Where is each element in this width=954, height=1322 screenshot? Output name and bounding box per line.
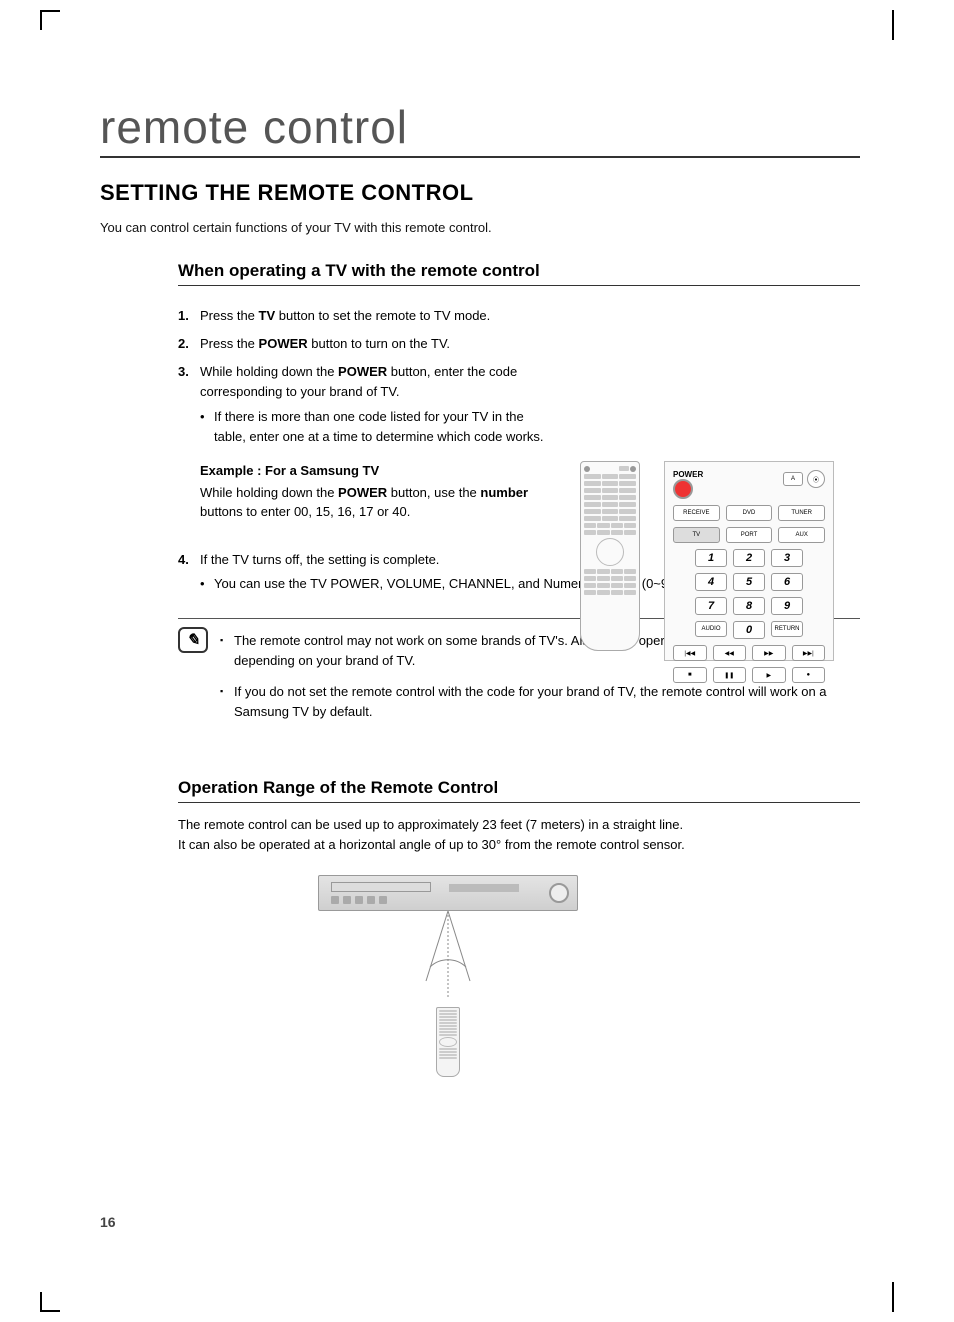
step-number: 1. (178, 306, 200, 326)
ff-button: ▶▶ (752, 645, 786, 661)
section-intro: You can control certain functions of you… (100, 220, 860, 235)
bullet-icon: • (200, 574, 214, 594)
crop-mark-br (892, 1282, 894, 1312)
dvd-player-illustration (318, 875, 578, 911)
keypad-2: 2 (733, 549, 765, 567)
bullet-icon: • (200, 407, 214, 447)
crop-mark-tl (40, 10, 60, 30)
step-2: 2. Press the POWER button to turn on the… (178, 334, 558, 354)
keypad-5: 5 (733, 573, 765, 591)
receive-button: RECEIVE (673, 505, 720, 521)
keypad-4: 4 (695, 573, 727, 591)
keypad-0: 0 (733, 621, 765, 639)
ir-cone-illustration (318, 911, 578, 1007)
prev-button: |◀◀ (673, 645, 707, 661)
step-text: Press the POWER button to turn on the TV… (200, 334, 558, 354)
keypad-9: 9 (771, 597, 803, 615)
play-button: ▶ (752, 667, 786, 683)
square-bullet-icon: ▪ (220, 631, 234, 671)
example-block: Example : For a Samsung TV While holding… (200, 461, 558, 522)
page-content: remote control SETTING THE REMOTE CONTRO… (100, 100, 860, 1077)
example-heading: Example : For a Samsung TV (200, 461, 558, 481)
remote-illustrations: POWER A ⦿ RECEIVE DVD TUNER TV PORT (580, 461, 860, 661)
step-text: Press the TV button to set the remote to… (200, 306, 558, 326)
a-button: A (783, 472, 803, 486)
next-button: ▶▶| (792, 645, 826, 661)
power-button-icon (673, 479, 693, 499)
tuner-button: TUNER (778, 505, 825, 521)
page-number: 16 (100, 1214, 116, 1230)
keypad-7: 7 (695, 597, 727, 615)
step-number: 3. (178, 362, 200, 447)
port-button: PORT (726, 527, 773, 543)
operation-range-figure (318, 875, 578, 1077)
keypad-6: 6 (771, 573, 803, 591)
tv-button-icon: ⦿ (807, 470, 825, 488)
return-button: RETURN (771, 621, 803, 637)
operation-range-text: The remote control can be used up to app… (178, 815, 860, 855)
step-text: While holding down the POWER button, ent… (200, 362, 558, 447)
section-title: SETTING THE REMOTE CONTROL (100, 180, 860, 206)
note-icon: ✎ (178, 627, 208, 653)
crop-mark-tr (892, 10, 894, 40)
rew-button: ◀◀ (713, 645, 747, 661)
step-1: 1. Press the TV button to set the remote… (178, 306, 558, 326)
step-number: 4. (178, 550, 200, 594)
example-text: While holding down the POWER button, use… (200, 483, 558, 522)
audio-button: AUDIO (695, 621, 727, 637)
aux-button: AUX (778, 527, 825, 543)
crop-mark-bl (40, 1292, 60, 1312)
pause-button: ❚❚ (713, 667, 747, 683)
power-label: POWER (673, 470, 703, 479)
mini-remote-illustration (436, 1007, 460, 1077)
keypad-8: 8 (733, 597, 765, 615)
square-bullet-icon: ▪ (220, 682, 234, 722)
note-2: ▪ If you do not set the remote control w… (220, 682, 860, 722)
chapter-title: remote control (100, 100, 860, 158)
step-3: 3. While holding down the POWER button, … (178, 362, 558, 447)
keypad-1: 1 (695, 549, 727, 567)
steps-list: 1. Press the TV button to set the remote… (178, 306, 558, 522)
rec-button: ● (792, 667, 826, 683)
step-3-bullet: • If there is more than one code listed … (200, 407, 558, 447)
stop-button: ■ (673, 667, 707, 683)
remote-full-outline (580, 461, 640, 651)
subsection-title: When operating a TV with the remote cont… (178, 261, 860, 286)
dvd-button: DVD (726, 505, 773, 521)
remote-top-zoom: POWER A ⦿ RECEIVE DVD TUNER TV PORT (664, 461, 834, 661)
keypad-3: 3 (771, 549, 803, 567)
step-number: 2. (178, 334, 200, 354)
operation-range-title: Operation Range of the Remote Control (178, 778, 860, 803)
subsection-tv-operation: When operating a TV with the remote cont… (178, 261, 860, 1077)
tv-mode-button: TV (673, 527, 720, 543)
